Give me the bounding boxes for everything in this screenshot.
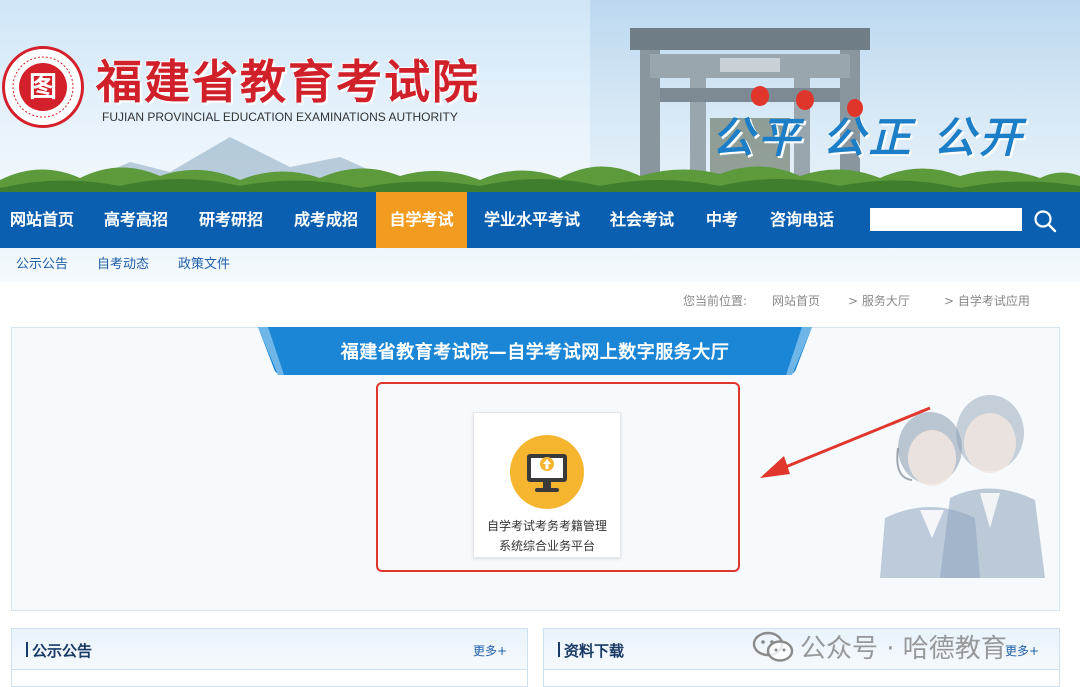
search-input[interactable] [870, 208, 1022, 231]
announcements-box-header: 公示公告 更多+ [12, 629, 527, 670]
sub-nav: 公示公告 自考动态 政策文件 [0, 248, 1080, 282]
service-card-label[interactable]: 自学考试考务考籍管理 系统综合业务平台 [473, 516, 621, 556]
authority-seal-logo: 图 [2, 46, 84, 128]
nav-item-zixun[interactable]: 咨询电话 [760, 192, 844, 248]
nav-item-yankao[interactable]: 研考研招 [189, 192, 273, 248]
announcements-more-link[interactable]: 更多+ [473, 642, 507, 659]
downloads-box-title: 资料下载 [564, 642, 625, 660]
nav-item-zhongkao[interactable]: 中考 [695, 192, 749, 248]
wechat-icon [752, 631, 794, 662]
announcements-box-title: 公示公告 [32, 642, 93, 660]
slogan: 公平 公正 公开 [712, 113, 1026, 162]
breadcrumb-item-home[interactable]: 网站首页 [772, 292, 820, 309]
site-title: 福建省教育考试院 [96, 55, 480, 109]
breadcrumb: 您当前位置: 网站首页 > 服务大厅 > 自学考试应用 [0, 282, 1080, 316]
seal-glyph: 图 [28, 70, 57, 103]
breadcrumb-prefix: 您当前位置: [683, 294, 748, 308]
announcements-box: 公示公告 更多+ [11, 628, 528, 687]
site-subtitle: FUJIAN PROVINCIAL EDUCATION EXAMINATIONS… [102, 110, 458, 124]
nav-item-gaokao[interactable]: 高考高招 [94, 192, 178, 248]
breadcrumb-item-app[interactable]: > 自学考试应用 [944, 292, 1030, 309]
watermark-text: 公众号 · 哈德教育 [800, 634, 1007, 664]
service-card-label-line1: 自学考试考务考籍管理 [486, 519, 607, 533]
subnav-item-policies[interactable]: 政策文件 [178, 248, 230, 282]
computer-upload-icon[interactable] [509, 434, 585, 510]
title-bar-marker [26, 642, 28, 657]
nav-item-zixue[interactable]: 自学考试 [376, 192, 467, 248]
downloads-more-link[interactable]: 更多+ [1005, 642, 1039, 659]
service-card-label-line2: 系统综合业务平台 [498, 539, 595, 553]
search-icon[interactable] [1032, 208, 1058, 234]
subnav-item-news[interactable]: 自考动态 [97, 248, 149, 282]
subnav-item-announcements[interactable]: 公示公告 [16, 248, 68, 282]
breadcrumb-item-hall[interactable]: > 服务大厅 [848, 292, 910, 309]
nav-item-home[interactable]: 网站首页 [0, 192, 84, 248]
nav-item-xueye[interactable]: 学业水平考试 [478, 192, 586, 248]
panel-title: 福建省教育考试院—自学考试网上数字服务大厅 [340, 342, 730, 363]
title-bar-marker [558, 642, 560, 657]
nav-item-chengkao[interactable]: 成考成招 [284, 192, 368, 248]
nav-item-shehui[interactable]: 社会考试 [600, 192, 684, 248]
customer-service-agents-illustration [880, 395, 1045, 578]
